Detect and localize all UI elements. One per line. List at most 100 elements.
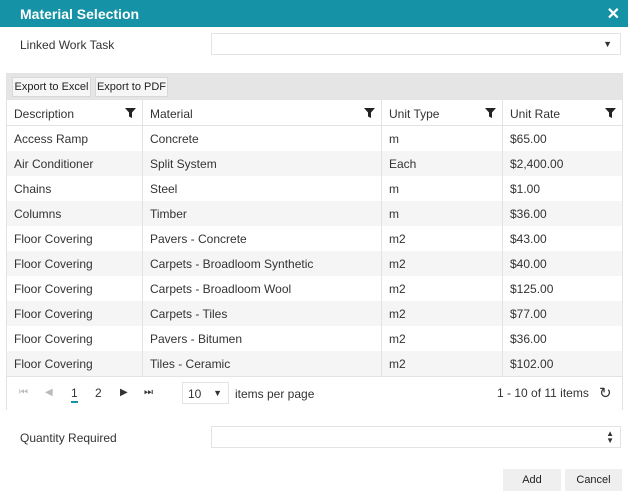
first-page-icon[interactable]: ⏮ [19,387,28,398]
last-page-icon[interactable]: ⏭ [144,387,153,398]
cell-text: m2 [389,357,406,371]
cell-description: Floor Covering [7,326,143,351]
column-header-description[interactable]: Description [7,100,143,125]
cell-text: Floor Covering [14,282,93,296]
add-button[interactable]: Add [503,469,561,491]
quantity-required-input[interactable]: ▲ ▼ [211,426,621,448]
table-row[interactable]: Floor Covering Carpets - Broadloom Synthe… [7,251,622,276]
table-row[interactable]: Access Ramp Concrete m $65.00 [7,126,622,151]
page-1-button[interactable]: 1 [71,386,78,403]
cancel-button[interactable]: Cancel [565,469,622,491]
cell-text: Tiles - Ceramic [150,357,231,371]
prev-page-icon[interactable]: ◀ [45,387,53,398]
export-pdf-button[interactable]: Export to PDF [95,77,168,97]
cell-description: Floor Covering [7,351,143,376]
cell-text: $40.00 [510,257,547,271]
column-header-unit-type[interactable]: Unit Type [382,100,503,125]
cell-text: Floor Covering [14,307,93,321]
chevron-down-icon: ▼ [603,39,612,49]
cell-text: $125.00 [510,282,554,296]
cell-unit-type: m2 [382,351,503,376]
page-2-button[interactable]: 2 [95,386,102,400]
cell-text: m2 [389,257,406,271]
cell-text: Floor Covering [14,357,93,371]
table-row[interactable]: Columns Timber m $36.00 [7,201,622,226]
filter-icon[interactable] [364,108,375,118]
cell-text: m [389,207,399,221]
cell-material: Split System [143,151,382,176]
next-page-icon[interactable]: ▶ [120,387,128,398]
cell-text: $102.00 [510,357,554,371]
cell-unit-rate: $102.00 [503,351,622,376]
dialog-titlebar: Material Selection ✕ [0,0,628,27]
cell-text: m [389,182,399,196]
cell-text: Timber [150,207,187,221]
table-row[interactable]: Chains Steel m $1.00 [7,176,622,201]
grid-body: Access Ramp Concrete m $65.00 Air Conditione… [7,126,622,376]
chevron-down-icon: ▼ [213,388,222,398]
cell-unit-rate: $2,400.00 [503,151,622,176]
column-header-material[interactable]: Material [143,100,382,125]
cell-material: Tiles - Ceramic [143,351,382,376]
cell-material: Concrete [143,126,382,151]
cell-text: Concrete [150,132,199,146]
cell-unit-rate: $77.00 [503,301,622,326]
cell-unit-type: m2 [382,326,503,351]
cell-material: Carpets - Broadloom Wool [143,276,382,301]
pager-info: 1 - 10 of 11 items [497,386,589,400]
cell-unit-type: m2 [382,251,503,276]
table-row[interactable]: Air Conditioner Split System Each $2,400.00 [7,151,622,176]
filter-icon[interactable] [605,108,616,118]
cell-description: Floor Covering [7,301,143,326]
cell-text: Pavers - Concrete [150,232,247,246]
cell-text: Carpets - Broadloom Wool [150,282,292,296]
cell-unit-rate: $36.00 [503,326,622,351]
cell-unit-type: m2 [382,301,503,326]
cell-material: Pavers - Bitumen [143,326,382,351]
linked-work-task-select[interactable]: ▼ [211,33,621,55]
export-excel-button[interactable]: Export to Excel [12,77,91,97]
table-row[interactable]: Floor Covering Pavers - Bitumen m2 $36.00 [7,326,622,351]
table-row[interactable]: Floor Covering Carpets - Tiles m2 $77.00 [7,301,622,326]
refresh-icon[interactable]: ↻ [599,384,612,402]
grid-pager: ⏮ ◀ 1 2 ▶ ⏭ 10 ▼ items per page 1 - 10 o… [7,376,622,410]
dialog-title: Material Selection [20,6,140,22]
table-row[interactable]: Floor Covering Pavers - Concrete m2 $43.00 [7,226,622,251]
cell-description: Floor Covering [7,226,143,251]
cell-text: Split System [150,157,217,171]
filter-icon[interactable] [125,108,136,118]
cell-unit-rate: $43.00 [503,226,622,251]
column-header-unit-rate[interactable]: Unit Rate [503,100,622,125]
cell-description: Access Ramp [7,126,143,151]
close-icon[interactable]: ✕ [607,4,620,24]
page-size-select[interactable]: 10 ▼ [182,382,229,404]
cell-text: Carpets - Tiles [150,307,228,321]
cell-unit-rate: $40.00 [503,251,622,276]
cell-unit-type: m [382,126,503,151]
cell-unit-type: Each [382,151,503,176]
cell-unit-type: m [382,201,503,226]
cell-description: Floor Covering [7,251,143,276]
filter-icon[interactable] [485,108,496,118]
cell-text: Steel [150,182,178,196]
cell-material: Timber [143,201,382,226]
spinner-icon[interactable]: ▲ ▼ [606,430,614,445]
cell-text: m [389,132,399,146]
cell-unit-type: m2 [382,276,503,301]
cell-unit-rate: $1.00 [503,176,622,201]
cell-text: Floor Covering [14,332,93,346]
cell-text: $36.00 [510,332,547,346]
cell-material: Pavers - Concrete [143,226,382,251]
cell-material: Carpets - Tiles [143,301,382,326]
table-row[interactable]: Floor Covering Carpets - Broadloom Wool m2… [7,276,622,301]
table-row[interactable]: Floor Covering Tiles - Ceramic m2 $102.00 [7,351,622,376]
cell-unit-rate: $65.00 [503,126,622,151]
cell-text: $77.00 [510,307,547,321]
cell-text: Access Ramp [14,132,89,146]
cell-text: $43.00 [510,232,547,246]
cell-text: Air Conditioner [14,157,94,171]
cell-material: Steel [143,176,382,201]
cell-text: $36.00 [510,207,547,221]
cell-unit-rate: $36.00 [503,201,622,226]
cell-text: Pavers - Bitumen [150,332,243,346]
